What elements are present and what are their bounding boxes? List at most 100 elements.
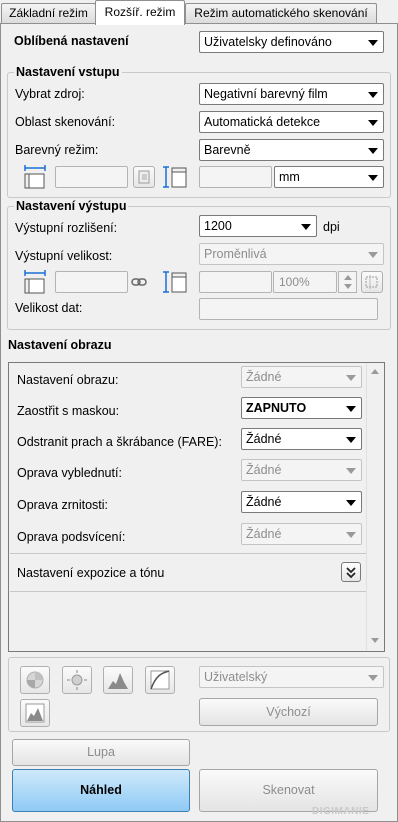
crop-icon: [365, 275, 378, 289]
color-mode-label: Barevný režim:: [15, 143, 99, 157]
scroll-up-icon[interactable]: [371, 369, 379, 374]
grain-correction-value: Žádné: [246, 495, 282, 509]
scan-area-label: Oblast skenování:: [15, 115, 116, 129]
scan-area-value: Automatická detekce: [204, 115, 321, 129]
color-mode-select[interactable]: Barevně: [199, 139, 384, 161]
chevron-down-icon[interactable]: [344, 284, 352, 289]
watermark-logo: DIGIMANIE: [312, 806, 370, 817]
image-adjust-select[interactable]: Žádné: [241, 366, 362, 388]
curve-icon: [150, 670, 170, 690]
backlight-correction-select[interactable]: Žádné: [241, 523, 362, 545]
brightness-button[interactable]: [62, 666, 92, 694]
chevron-down-icon: [368, 175, 378, 181]
chevron-down-icon: [368, 148, 378, 154]
image-adjust-label: Nastavení obrazu:: [17, 373, 119, 387]
levels-icon: [25, 703, 45, 723]
input-width-field[interactable]: [55, 166, 128, 188]
source-value: Negativní barevný film: [204, 87, 328, 101]
swap-orientation-button[interactable]: [133, 166, 155, 188]
fare-select[interactable]: Žádné: [241, 428, 362, 450]
width-dimension-icon: [24, 165, 46, 189]
output-size-label: Výstupní velikost:: [15, 249, 113, 263]
unsharp-mask-label: Zaostřit s maskou:: [17, 404, 120, 418]
expand-exposure-button[interactable]: [341, 562, 361, 582]
chevron-down-icon: [346, 500, 356, 506]
tab-auto-scan-mode[interactable]: Režim automatického skenování: [185, 3, 377, 23]
brightness-icon: [67, 670, 87, 690]
histogram-button[interactable]: [103, 666, 133, 694]
divider: [10, 553, 366, 554]
data-size-field: [199, 298, 378, 320]
favorite-settings-label: Oblíbená nastavení: [14, 34, 129, 48]
fare-label: Odstranit prach a škrábance (FARE):: [17, 435, 222, 449]
source-label: Vybrat zdroj:: [15, 87, 85, 101]
output-resolution-label: Výstupní rozlišení:: [15, 221, 118, 235]
histogram-icon: [108, 673, 128, 689]
output-height-icon: [163, 271, 187, 293]
exposure-tone-label: Nastavení expozice a tónu: [17, 566, 165, 580]
chevron-down-icon: [346, 437, 356, 443]
double-chevron-down-icon: [346, 567, 356, 579]
chevron-down-icon: [346, 406, 356, 412]
output-size-value: Proměnlivá: [204, 247, 267, 261]
tone-curve-button[interactable]: [145, 666, 175, 694]
unit-value: mm: [279, 170, 300, 184]
chevron-down-icon: [368, 92, 378, 98]
default-button[interactable]: Výchozí: [199, 698, 378, 726]
preview-button[interactable]: Náhled: [12, 769, 190, 812]
color-wheel-icon: [26, 671, 44, 689]
input-height-field[interactable]: [199, 166, 272, 188]
chevron-down-icon: [346, 375, 356, 381]
chevron-down-icon: [346, 468, 356, 474]
resolution-unit-label: dpi: [323, 220, 340, 234]
fade-correction-select[interactable]: Žádné: [241, 459, 362, 481]
rotate-icon: [138, 170, 150, 184]
fade-correction-value: Žádné: [246, 463, 282, 477]
preset-select[interactable]: Uživatelský: [199, 666, 384, 688]
scroll-down-icon[interactable]: [371, 638, 379, 643]
vertical-scrollbar[interactable]: [366, 363, 384, 651]
output-height-field[interactable]: [199, 271, 272, 293]
unit-select[interactable]: mm: [274, 166, 384, 188]
link-chain-icon[interactable]: [131, 275, 147, 289]
color-balance-button[interactable]: [20, 666, 50, 694]
tab-basic-mode[interactable]: Základní režim: [1, 3, 96, 23]
backlight-correction-label: Oprava podsvícení:: [17, 530, 126, 544]
scan-area-select[interactable]: Automatická detekce: [199, 111, 384, 133]
grain-correction-label: Oprava zrnitosti:: [17, 498, 109, 512]
unsharp-mask-value: ZAPNUTO: [246, 401, 307, 415]
favorite-settings-select[interactable]: Uživatelsky definováno: [199, 31, 384, 53]
chevron-down-icon: [368, 40, 378, 46]
output-resolution-value: 1200: [204, 219, 232, 233]
scale-field[interactable]: 100%: [273, 271, 337, 293]
tab-advanced-mode[interactable]: Rozšíř. režim: [95, 0, 185, 25]
favorite-settings-value: Uživatelsky definováno: [204, 35, 332, 49]
source-select[interactable]: Negativní barevný film: [199, 83, 384, 105]
output-width-icon: [24, 270, 46, 294]
chevron-down-icon: [346, 532, 356, 538]
chevron-down-icon: [301, 224, 311, 230]
corrections-button[interactable]: [20, 699, 50, 727]
input-settings-title: Nastavení vstupu: [14, 65, 122, 79]
unsharp-mask-select[interactable]: ZAPNUTO: [241, 397, 362, 419]
chevron-down-icon: [368, 120, 378, 126]
image-settings-title: Nastavení obrazu: [8, 338, 112, 352]
grain-correction-select[interactable]: Žádné: [241, 491, 362, 513]
trim-button[interactable]: [361, 271, 383, 293]
color-mode-value: Barevně: [204, 143, 251, 157]
data-size-label: Velikost dat:: [15, 301, 83, 315]
scale-value: 100%: [279, 275, 310, 289]
backlight-correction-value: Žádné: [246, 527, 282, 541]
chevron-down-icon: [368, 252, 378, 258]
output-size-select[interactable]: Proměnlivá: [199, 243, 384, 265]
fare-value: Žádné: [246, 432, 282, 446]
preset-value: Uživatelský: [204, 670, 268, 684]
fade-correction-label: Oprava vyblednutí:: [17, 466, 122, 480]
zoom-button[interactable]: Lupa: [12, 739, 190, 766]
chevron-up-icon[interactable]: [344, 275, 352, 280]
output-settings-title: Nastavení výstupu: [14, 199, 129, 213]
output-resolution-select[interactable]: 1200: [199, 215, 317, 237]
chevron-down-icon: [368, 675, 378, 681]
output-width-field[interactable]: [55, 271, 128, 293]
scale-spinner[interactable]: [338, 271, 357, 293]
